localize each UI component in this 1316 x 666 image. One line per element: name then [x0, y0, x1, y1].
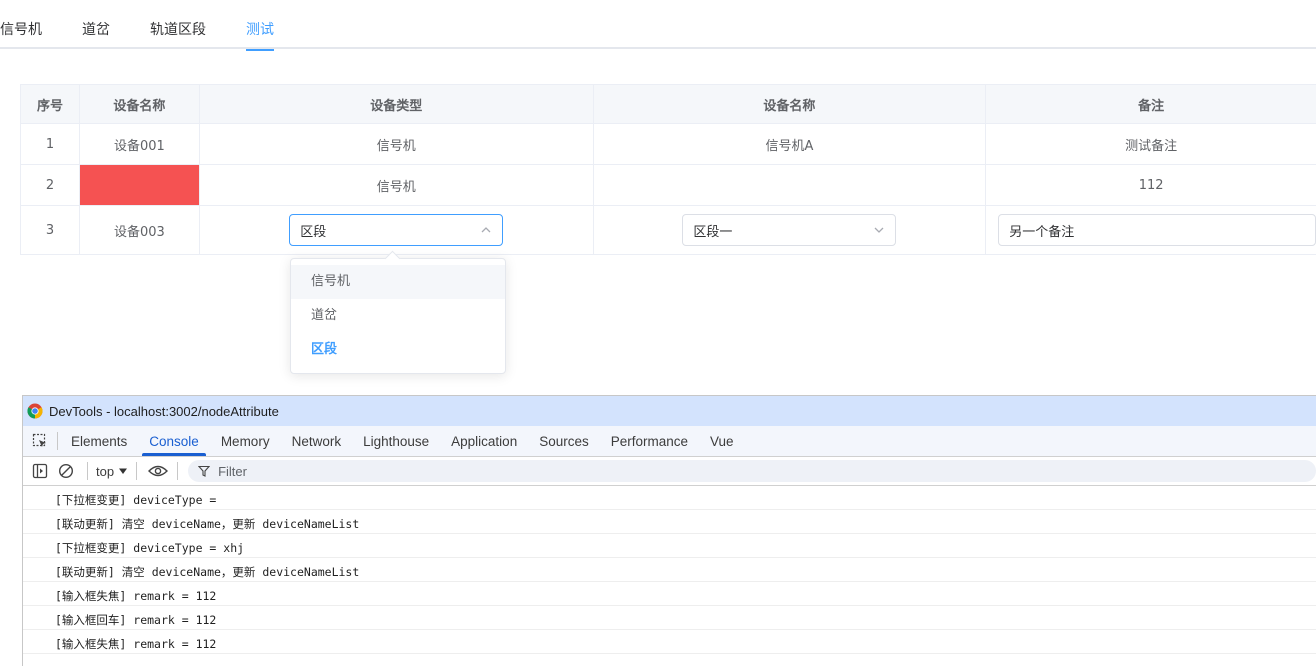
device-type-dropdown: 信号机 道岔 区段 — [290, 258, 506, 374]
filter-icon — [198, 465, 211, 477]
devtools-tabbar: Elements Console Memory Network Lighthou… — [23, 426, 1316, 457]
cell-name: 设备003 — [80, 206, 200, 254]
devtools-tab-performance[interactable]: Performance — [600, 426, 699, 456]
devtools-tab-application[interactable]: Application — [440, 426, 528, 456]
device-type-select[interactable]: 区段 — [289, 214, 504, 246]
console-message: [下拉框变更] deviceType = — [23, 486, 1316, 510]
inspect-element-icon[interactable] — [31, 432, 49, 450]
eye-icon[interactable] — [147, 462, 169, 480]
tab-test[interactable]: 测试 — [246, 0, 274, 51]
console-message: [下拉框变更] deviceType = xhj — [23, 534, 1316, 558]
clear-console-icon[interactable] — [57, 462, 75, 480]
cell-remark: 测试备注 — [1125, 138, 1178, 154]
device-table: 序号 设备名称 设备类型 设备名称 备注 1 设备001 信号机 信号机A 测试… — [20, 84, 1316, 255]
devtools-tab-sources[interactable]: Sources — [528, 426, 600, 456]
tab-signal[interactable]: 信号机 — [0, 0, 42, 49]
remark-input[interactable] — [998, 214, 1316, 246]
devtools-title: DevTools - localhost:3002/nodeAttribute — [49, 403, 279, 419]
devtools-tab-network[interactable]: Network — [281, 426, 353, 456]
tab-track-section[interactable]: 轨道区段 — [150, 0, 206, 49]
cell-index: 2 — [21, 165, 80, 205]
devtools-titlebar: DevTools - localhost:3002/nodeAttribute — [23, 396, 1316, 426]
cell-type: 信号机 — [200, 165, 594, 205]
option-switch[interactable]: 道岔 — [291, 299, 505, 333]
header-index: 序号 — [21, 85, 80, 123]
chevron-up-icon — [481, 227, 491, 233]
console-filter-placeholder: Filter — [218, 463, 247, 479]
chevron-down-icon — [874, 227, 884, 233]
devtools-tab-lighthouse[interactable]: Lighthouse — [352, 426, 440, 456]
cell-type: 信号机 — [200, 124, 594, 164]
device-name-select-value: 区段一 — [693, 224, 733, 240]
table-row: 2 信号机 112 — [21, 165, 1316, 206]
caret-down-icon — [119, 468, 128, 474]
cell-index: 3 — [21, 206, 80, 254]
devtools-tab-vue[interactable]: Vue — [699, 426, 745, 456]
toolbar-divider — [87, 462, 88, 480]
table-row: 1 设备001 信号机 信号机A 测试备注 — [21, 124, 1316, 165]
device-name-select[interactable]: 区段一 — [682, 214, 897, 246]
devtools-tab-console[interactable]: Console — [138, 426, 210, 456]
header-device-name: 设备名称 — [80, 85, 200, 123]
console-filter-input[interactable]: Filter — [188, 460, 1316, 482]
device-type-select-value: 区段 — [300, 224, 327, 240]
tab-switch[interactable]: 道岔 — [82, 0, 110, 49]
option-signal[interactable]: 信号机 — [291, 265, 505, 299]
toolbar-divider — [177, 462, 179, 480]
option-section[interactable]: 区段 — [291, 333, 505, 367]
console-message: [联动更新] 清空 deviceName，更新 deviceNameList — [23, 558, 1316, 582]
header-device-name-2: 设备名称 — [594, 85, 987, 123]
cell-device-name: 信号机A — [594, 124, 987, 164]
table-row: 3 设备003 区段 区段一 — [21, 206, 1316, 255]
devtools-window: DevTools - localhost:3002/nodeAttribute … — [22, 395, 1316, 666]
cell-name-highlighted[interactable] — [79, 165, 200, 205]
cell-name: 设备001 — [80, 124, 200, 164]
devtools-tab-elements[interactable]: Elements — [60, 426, 138, 456]
toolbar-divider — [57, 432, 58, 450]
chrome-logo-icon — [27, 403, 43, 419]
header-remark: 备注 — [1138, 98, 1165, 114]
cell-remark: 112 — [1138, 177, 1164, 193]
toolbar-divider — [136, 462, 138, 480]
console-message: [联动更新] 清空 deviceName，更新 deviceNameList — [23, 510, 1316, 534]
devtools-tab-memory[interactable]: Memory — [210, 426, 281, 456]
table-header-row: 序号 设备名称 设备类型 设备名称 备注 — [21, 85, 1316, 124]
cell-type-editor: 区段 — [200, 206, 594, 254]
console-toolbar: top Filter — [23, 457, 1316, 486]
console-message: [输入框回车] remark = 112 — [23, 606, 1316, 630]
cell-index: 1 — [21, 124, 80, 164]
cell-remark-editor — [986, 206, 1316, 254]
cell-device-name-editor: 区段一 — [594, 206, 987, 254]
cell-device-name — [594, 165, 987, 205]
console-message: [输入框失焦] remark = 112 — [23, 630, 1316, 654]
context-select[interactable]: top — [90, 464, 134, 479]
console-log-list: [下拉框变更] deviceType = [联动更新] 清空 deviceNam… — [23, 486, 1316, 654]
header-device-type: 设备类型 — [200, 85, 594, 123]
tab-bar: 信号机 道岔 轨道区段 测试 — [0, 0, 1316, 51]
sidebar-toggle-icon[interactable] — [31, 462, 49, 480]
console-message: [输入框失焦] remark = 112 — [23, 582, 1316, 606]
context-select-value: top — [96, 463, 115, 479]
